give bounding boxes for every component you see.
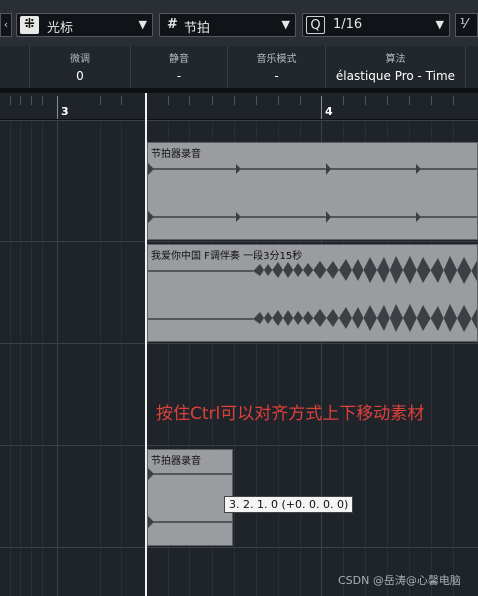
fraction-icon: ⅟ <box>460 17 468 32</box>
ruler-tick <box>100 96 101 105</box>
grid-line <box>42 120 43 596</box>
tool-mode-dropdown[interactable]: ⁜ 光标 ▼ <box>16 13 153 37</box>
snap-mode-dropdown[interactable]: # 节拍 ▼ <box>159 13 296 37</box>
quantize-dropdown[interactable]: Q 1/16 ▼ <box>302 13 450 37</box>
track-divider <box>0 547 478 548</box>
ruler-tick <box>10 96 11 105</box>
ruler-tick <box>256 96 257 105</box>
quantize-value: 1/16 <box>333 17 363 32</box>
ruler-bar-4: 4 <box>325 105 333 118</box>
mute-cell[interactable]: 静音 - <box>130 46 227 88</box>
fine-tune-value[interactable]: 0 <box>30 69 130 83</box>
algorithm-value[interactable]: élastique Pro - Time <box>326 69 465 83</box>
grid-line <box>121 120 122 596</box>
ruler-bar-3: 3 <box>61 105 69 118</box>
musical-mode-value[interactable]: - <box>228 69 325 83</box>
ruler-tick <box>234 96 235 105</box>
track-divider <box>0 120 478 121</box>
grid-line <box>20 120 21 596</box>
ruler-tick <box>212 96 213 105</box>
event-title: 节拍器录音 <box>151 149 201 160</box>
watermark: CSDN @岳涛@心馨电脑 <box>338 574 461 587</box>
project-cursor[interactable] <box>145 93 147 596</box>
event-title: 我爱你中国 F调伴奏 一段3分15秒 <box>151 251 303 262</box>
musical-mode-cell[interactable]: 音乐模式 - <box>227 46 325 88</box>
grid-line <box>10 120 11 596</box>
timeline-ruler[interactable]: 3 4 <box>0 93 478 120</box>
arrange-area[interactable]: 节拍器录音 我爱你中国 F调伴奏 一段3分15秒 节拍器录音 <box>0 120 478 596</box>
ruler-tick <box>278 96 279 105</box>
grid-line <box>31 120 32 596</box>
ruler-tick <box>453 96 454 105</box>
audio-event-metronome-copy[interactable]: 节拍器录音 <box>147 449 233 546</box>
musical-mode-label: 音乐模式 <box>256 54 297 65</box>
ruler-tick <box>431 96 432 105</box>
chevron-down-icon: ▼ <box>138 18 147 31</box>
quantize-settings-button[interactable]: ⅟ <box>455 13 478 37</box>
ruler-tick <box>343 96 344 105</box>
ruler-tick <box>31 96 32 105</box>
audio-event-accompaniment[interactable]: 我爱你中国 F调伴奏 一段3分15秒 <box>147 244 478 342</box>
toolbar: ‹ ⁜ 光标 ▼ # 节拍 ▼ Q 1/16 ▼ ⅟ <box>0 0 478 46</box>
fine-tune-label: 微调 <box>70 54 90 65</box>
info-line: 微调 0 静音 - 音乐模式 - 算法 élastique Pro - Time <box>0 46 478 88</box>
algorithm-label: 算法 <box>385 54 406 65</box>
event-title: 节拍器录音 <box>151 456 201 467</box>
algorithm-cell[interactable]: 算法 élastique Pro - Time <box>325 46 466 88</box>
ruler-bar-line <box>57 96 58 119</box>
track-divider <box>0 241 478 242</box>
ruler-tick <box>409 96 410 105</box>
ruler-tick <box>189 96 190 105</box>
snap-mode-label: 节拍 <box>184 21 211 36</box>
grid-line <box>57 120 58 596</box>
fine-tune-cell[interactable]: 微调 0 <box>29 46 130 88</box>
ruler-tick <box>365 96 366 105</box>
mute-label: 静音 <box>169 54 189 65</box>
quantize-icon: Q <box>306 16 325 34</box>
ruler-tick <box>20 96 21 105</box>
ruler-tick <box>300 96 301 105</box>
ruler-bar-line <box>321 96 322 119</box>
ruler-tick <box>121 96 122 105</box>
grid-icon: # <box>167 17 178 32</box>
chevron-down-icon: ▼ <box>435 18 444 31</box>
position-tooltip: 3. 2. 1. 0 (+0. 0. 0. 0) <box>224 496 354 513</box>
chevron-down-icon: ▼ <box>281 18 290 31</box>
ruler-tick <box>387 96 388 105</box>
track-divider <box>0 445 478 446</box>
track-divider <box>0 343 478 344</box>
ruler-tick <box>168 96 169 105</box>
annotation-text: 按住Ctrl可以对齐方式上下移动素材 <box>156 404 425 424</box>
grid-line <box>100 120 101 596</box>
back-arrow-icon[interactable]: ‹ <box>0 13 12 37</box>
cursor-tool-icon: ⁜ <box>20 16 39 34</box>
ruler-tick <box>42 96 43 105</box>
audio-event-metronome[interactable]: 节拍器录音 <box>147 142 478 240</box>
tool-mode-label: 光标 <box>47 21 74 36</box>
mute-value[interactable]: - <box>131 69 227 83</box>
